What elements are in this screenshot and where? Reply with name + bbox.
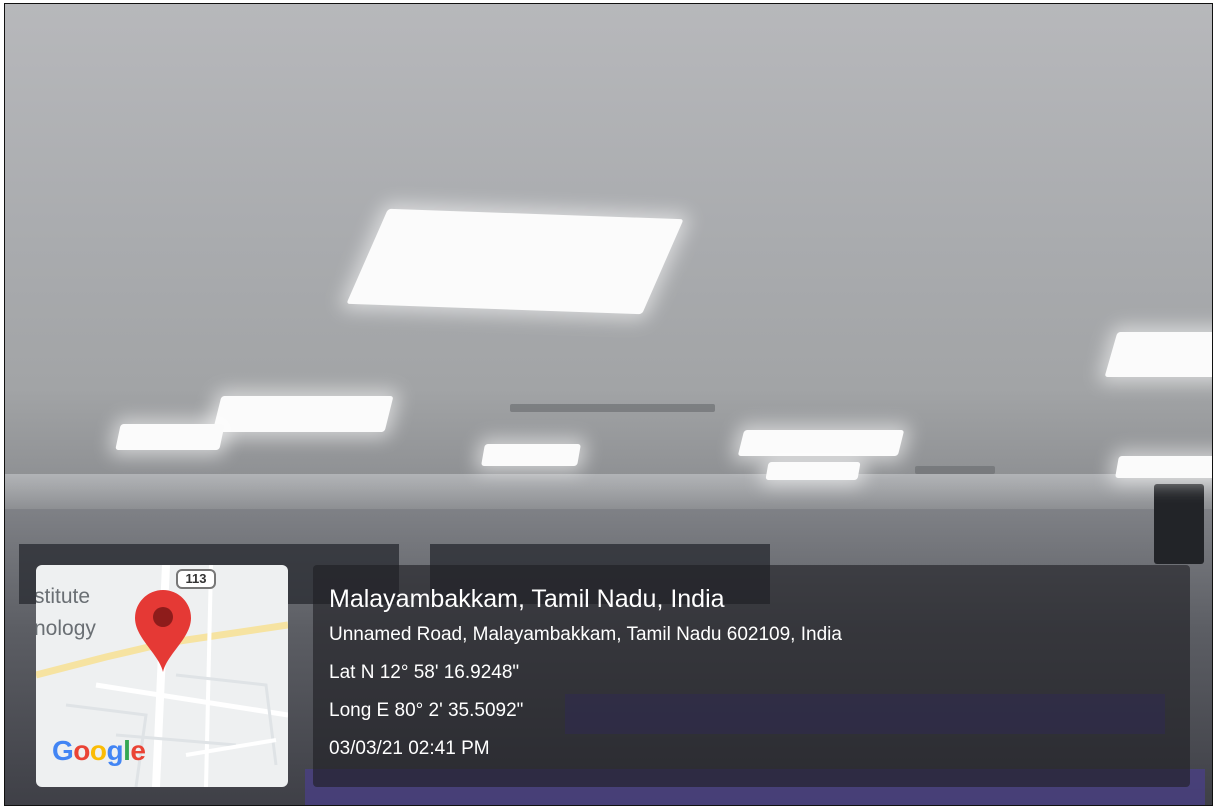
location-pin-icon	[135, 590, 191, 672]
ceiling-light	[1115, 456, 1212, 478]
ceiling-light	[115, 424, 225, 450]
ceiling-edge	[5, 474, 1212, 514]
ceiling-light	[1104, 332, 1212, 377]
ceiling-vent	[915, 466, 995, 474]
route-shield-badge: 113	[176, 569, 216, 589]
location-address: Unnamed Road, Malayambakkam, Tamil Nadu …	[329, 624, 842, 645]
map-label: stitute	[36, 585, 91, 608]
ceiling-light	[481, 444, 581, 466]
longitude-text: Long E 80° 2' 35.5092"	[329, 700, 524, 721]
map-label: nology	[36, 617, 96, 640]
ceiling-light	[212, 396, 394, 432]
map-thumbnail[interactable]: stitute nology 113 Google	[36, 565, 288, 787]
ceiling-light	[765, 462, 861, 480]
location-title: Malayambakkam, Tamil Nadu, India	[329, 585, 725, 613]
speaker	[1154, 484, 1204, 564]
location-info-panel: Malayambakkam, Tamil Nadu, India Unnamed…	[313, 565, 1190, 787]
ceiling-light	[737, 430, 905, 456]
google-logo: Google	[52, 735, 146, 766]
ceiling-vent	[510, 404, 715, 412]
latitude-text: Lat N 12° 58' 16.9248"	[329, 662, 520, 683]
ceiling-light	[346, 208, 684, 315]
timestamp-text: 03/03/21 02:41 PM	[329, 738, 490, 759]
